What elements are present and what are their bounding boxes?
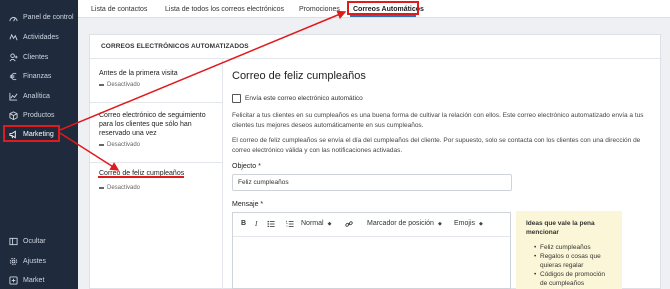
panel-header: CORREOS ELECTRÓNICOS AUTOMATIZADOS [90, 35, 662, 59]
message-editor[interactable]: B I Normal ◆ Marcador de posición ◆ Emojis… [232, 212, 511, 289]
dashboard-icon [8, 12, 18, 22]
list-item[interactable]: Antes de la primera visita Desactivado [90, 69, 223, 88]
active-item-underline [98, 176, 184, 178]
emoji-select[interactable]: Emojis ◆ [454, 220, 483, 227]
list-item-active[interactable]: Correo de feliz cumpleaños Desactivado [90, 169, 223, 191]
list-item-status: Desactivado [99, 82, 217, 88]
emoji-select-label: Emojis [454, 220, 476, 227]
detail-title: Correo de feliz cumpleaños [232, 70, 366, 82]
tip-item: Códigos de promoción de cumpleaños [534, 270, 612, 288]
euro-icon [8, 71, 18, 81]
enable-checkbox[interactable] [232, 94, 241, 103]
sidebar-item-hide[interactable]: Ocultar [0, 233, 78, 249]
subject-input[interactable]: Feliz cumpleaños [232, 174, 512, 191]
collapse-icon [8, 236, 18, 246]
list-item-status: Desactivado [99, 142, 217, 148]
placeholder-select[interactable]: Marcador de posición ◆ [367, 220, 442, 227]
format-select[interactable]: Normal ◆ [301, 220, 331, 227]
gear-icon [8, 256, 18, 266]
list-item-status: Desactivado [99, 185, 217, 191]
sidebar-item-label: Actividades [23, 33, 59, 41]
sidebar-item-market[interactable]: Market [0, 272, 78, 288]
sidebar-item-finance[interactable]: Finanzas [0, 68, 78, 84]
link-icon[interactable] [345, 220, 353, 228]
status-text: Desactivado [107, 82, 141, 88]
tips-title: Ideas que vale la pena mencionar [526, 220, 595, 236]
format-select-label: Normal [301, 220, 324, 227]
tip-item: Feliz cumpleaños [534, 243, 612, 252]
sidebar-item-label: Analítica [23, 92, 50, 100]
bold-icon[interactable]: B [241, 220, 246, 227]
tab-contact-list[interactable]: Lista de contactos [91, 0, 147, 18]
highlight-box-tab [347, 1, 419, 15]
sidebar-item-label: Market [23, 276, 45, 284]
active-tab-underline [350, 15, 416, 17]
sidebar-item-products[interactable]: Productos [0, 107, 78, 123]
users-icon [8, 52, 18, 62]
enable-checkbox-row[interactable]: Envía este correo electrónico automático [232, 94, 363, 103]
sidebar-item-activities[interactable]: Actividades [0, 29, 78, 45]
list-item-title: Correo electrónico de seguimiento para l… [99, 112, 206, 137]
highlight-box-marketing [3, 125, 60, 142]
sidebar-item-clients[interactable]: Clientes [0, 49, 78, 65]
tips-box: Ideas que vale la pena mencionar Feliz c… [516, 211, 622, 289]
checkbox-label: Envía este correo electrónico automático [245, 95, 363, 102]
tab-promotions[interactable]: Promociones [299, 0, 340, 18]
description-paragraph: El correo de feliz cumpleaños se envía e… [232, 137, 641, 154]
chevron-down-icon: ◆ [479, 220, 483, 227]
status-dash [99, 144, 104, 146]
message-label: Mensaje * [232, 201, 264, 208]
status-text: Desactivado [107, 142, 141, 148]
list-item-title: Antes de la primera visita [99, 70, 178, 77]
sidebar-item-label: Ocultar [23, 237, 46, 245]
placeholder-select-label: Marcador de posición [367, 220, 434, 227]
sidebar-item-label: Ajustes [23, 257, 46, 265]
chevron-down-icon: ◆ [327, 220, 332, 227]
email-list: Antes de la primera visita Desactivado C… [90, 59, 223, 289]
italic-icon[interactable]: I [255, 220, 257, 228]
status-dash [99, 187, 104, 189]
sidebar-item-label: Panel de control [23, 13, 74, 21]
editor-toolbar: B I Normal ◆ Marcador de posición ◆ Emojis… [233, 213, 510, 237]
sidebar-item-label: Productos [23, 111, 55, 119]
tips-list: Feliz cumpleaños Regalos o cosas que qui… [526, 243, 612, 288]
sidebar-item-dashboard[interactable]: Panel de control [0, 9, 78, 25]
description-paragraph: Felicitar a tus clientes en su cumpleaño… [232, 112, 644, 129]
status-dash [99, 84, 104, 86]
subject-label: Objecto * [232, 163, 261, 170]
bullet-list-icon[interactable] [267, 220, 275, 228]
chevron-down-icon: ◆ [437, 220, 442, 227]
divider [90, 162, 223, 163]
sidebar-item-label: Finanzas [23, 72, 52, 80]
box-icon [8, 110, 18, 120]
sidebar: Panel de control Actividades Clientes Fi… [0, 0, 78, 289]
activity-icon [8, 32, 18, 42]
status-text: Desactivado [107, 185, 141, 191]
list-item[interactable]: Correo electrónico de seguimiento para l… [90, 111, 223, 148]
tab-all-emails[interactable]: Lista de todos los correos electrónicos [165, 0, 284, 18]
sidebar-item-settings[interactable]: Ajustes [0, 253, 78, 269]
numbered-list-icon[interactable] [286, 220, 294, 228]
sidebar-item-analytics[interactable]: Analítica [0, 88, 78, 104]
divider [90, 102, 223, 103]
market-icon [8, 275, 18, 285]
sidebar-item-label: Clientes [23, 53, 49, 61]
tip-item: Regalos o cosas que quieras regalar [534, 252, 612, 270]
chart-icon [8, 91, 18, 101]
